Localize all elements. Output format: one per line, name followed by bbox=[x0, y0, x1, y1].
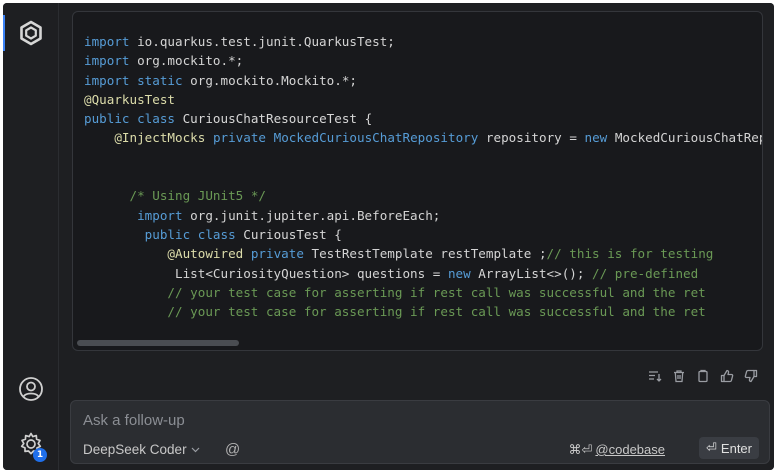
code-token: private bbox=[250, 246, 304, 262]
activity-bar: 1 bbox=[3, 3, 59, 470]
enter-button[interactable]: ⏎ Enter bbox=[699, 437, 759, 459]
code-token: import bbox=[84, 72, 130, 88]
enter-icon: ⏎ bbox=[706, 440, 717, 455]
code-token: import bbox=[84, 34, 130, 49]
active-indicator bbox=[3, 15, 5, 51]
thumbs-down-icon[interactable] bbox=[743, 368, 758, 383]
app-window: 1 import io.quarkus.test.junit.QuarkusTe… bbox=[3, 3, 774, 470]
gear-icon[interactable]: 1 bbox=[15, 428, 47, 462]
code-line: /* Using JUnit5 */ bbox=[84, 186, 762, 205]
code-line: public class CuriousChatResourceTest { bbox=[84, 109, 762, 128]
code-line: List<CuriosityQuestion> questions = new … bbox=[84, 264, 762, 283]
code-token: org.junit.jupiter.api.BeforeEach; bbox=[182, 207, 441, 223]
code-token: // your test case for asserting if rest … bbox=[167, 304, 706, 320]
code-line bbox=[84, 167, 762, 186]
follow-up-input[interactable]: Ask a follow-up bbox=[83, 412, 185, 429]
code-line bbox=[84, 148, 762, 167]
code-token: CuriousTest bbox=[243, 226, 327, 242]
shortcut-keys: ⌘⏎ bbox=[568, 442, 593, 457]
code-token: repository = bbox=[478, 130, 585, 146]
code-token: { bbox=[326, 226, 342, 242]
account-icon[interactable] bbox=[15, 373, 47, 405]
code-token: org.mockito.Mockito.*; bbox=[182, 72, 357, 88]
code-line: @QuarkusTest bbox=[84, 90, 762, 109]
code-token: new bbox=[447, 265, 471, 281]
code-token: /* Using JUnit5 */ bbox=[129, 188, 266, 204]
code-line: import org.mockito.*; bbox=[84, 51, 762, 70]
thumbs-up-icon[interactable] bbox=[719, 368, 734, 383]
code-token: org.mockito.*; bbox=[129, 53, 244, 69]
scrollbar-thumb[interactable] bbox=[77, 340, 239, 346]
continue-logo-icon[interactable] bbox=[15, 17, 47, 49]
codebase-link[interactable]: @codebase bbox=[595, 442, 665, 458]
code-line: // your test case for asserting if rest … bbox=[84, 283, 762, 302]
chat-panel: import io.quarkus.test.junit.QuarkusTest… bbox=[60, 3, 774, 470]
code-line: public class CuriousTest { bbox=[84, 225, 762, 244]
copy-icon[interactable] bbox=[695, 368, 710, 383]
mention-button[interactable]: @ bbox=[225, 441, 240, 458]
code-line: @InjectMocks private MockedCuriousChatRe… bbox=[84, 128, 762, 147]
code-token: io.quarkus.test.junit.QuarkusTest; bbox=[129, 34, 395, 49]
code-token: { bbox=[356, 111, 373, 127]
horizontal-scrollbar[interactable] bbox=[77, 340, 758, 346]
code-token: @QuarkusTest bbox=[84, 91, 175, 107]
code-token: import bbox=[137, 207, 183, 223]
code-token: ArrayList bbox=[478, 265, 547, 281]
code-token: public class bbox=[144, 226, 236, 242]
code-scroll-area[interactable]: import io.quarkus.test.junit.QuarkusTest… bbox=[73, 12, 762, 336]
model-selector[interactable]: DeepSeek Coder bbox=[83, 442, 200, 457]
codebase-shortcut[interactable]: ⌘⏎ @codebase bbox=[569, 442, 665, 458]
code-token: <>(); bbox=[546, 265, 593, 281]
code-token: CuriousChatResourceTest bbox=[182, 111, 357, 127]
code-token: import bbox=[84, 53, 130, 69]
code-content: import io.quarkus.test.junit.QuarkusTest… bbox=[84, 32, 762, 321]
follow-up-input-box[interactable]: Ask a follow-up DeepSeek Coder @ ⌘⏎ @cod… bbox=[70, 400, 770, 464]
code-token: MockedCuriousChatRepository(); bbox=[614, 130, 762, 146]
insert-at-cursor-icon[interactable] bbox=[647, 368, 662, 383]
code-token: // pre-defined bbox=[592, 265, 699, 281]
code-token: // this is for testing bbox=[546, 246, 714, 262]
code-token: TestRestTemplate restTemplate ; bbox=[303, 246, 547, 262]
code-line: // your test case for asserting if rest … bbox=[84, 302, 762, 321]
code-line: import static org.mockito.Mockito.*; bbox=[84, 71, 762, 90]
code-token: // your test case for asserting if rest … bbox=[167, 284, 706, 300]
chevron-down-icon bbox=[191, 447, 200, 453]
code-token: @Autowired bbox=[167, 246, 244, 262]
code-line: import org.junit.jupiter.api.BeforeEach; bbox=[84, 206, 762, 225]
trash-icon[interactable] bbox=[671, 368, 686, 383]
code-token: List<CuriosityQuestion> questions = bbox=[84, 265, 448, 281]
code-line: @Autowired private TestRestTemplate rest… bbox=[84, 244, 762, 263]
code-block: import io.quarkus.test.junit.QuarkusTest… bbox=[72, 11, 763, 351]
code-token: new bbox=[584, 130, 608, 146]
message-actions bbox=[647, 368, 758, 383]
code-token: private bbox=[212, 130, 267, 146]
code-token: @InjectMocks bbox=[114, 130, 206, 146]
code-token: public class bbox=[84, 111, 175, 127]
code-line: import io.quarkus.test.junit.QuarkusTest… bbox=[84, 32, 762, 51]
code-token: MockedCuriousChatRepository bbox=[273, 130, 479, 146]
enter-label: Enter bbox=[720, 440, 752, 456]
settings-badge: 1 bbox=[33, 448, 47, 462]
code-token: static bbox=[137, 72, 183, 88]
model-name: DeepSeek Coder bbox=[83, 442, 187, 457]
